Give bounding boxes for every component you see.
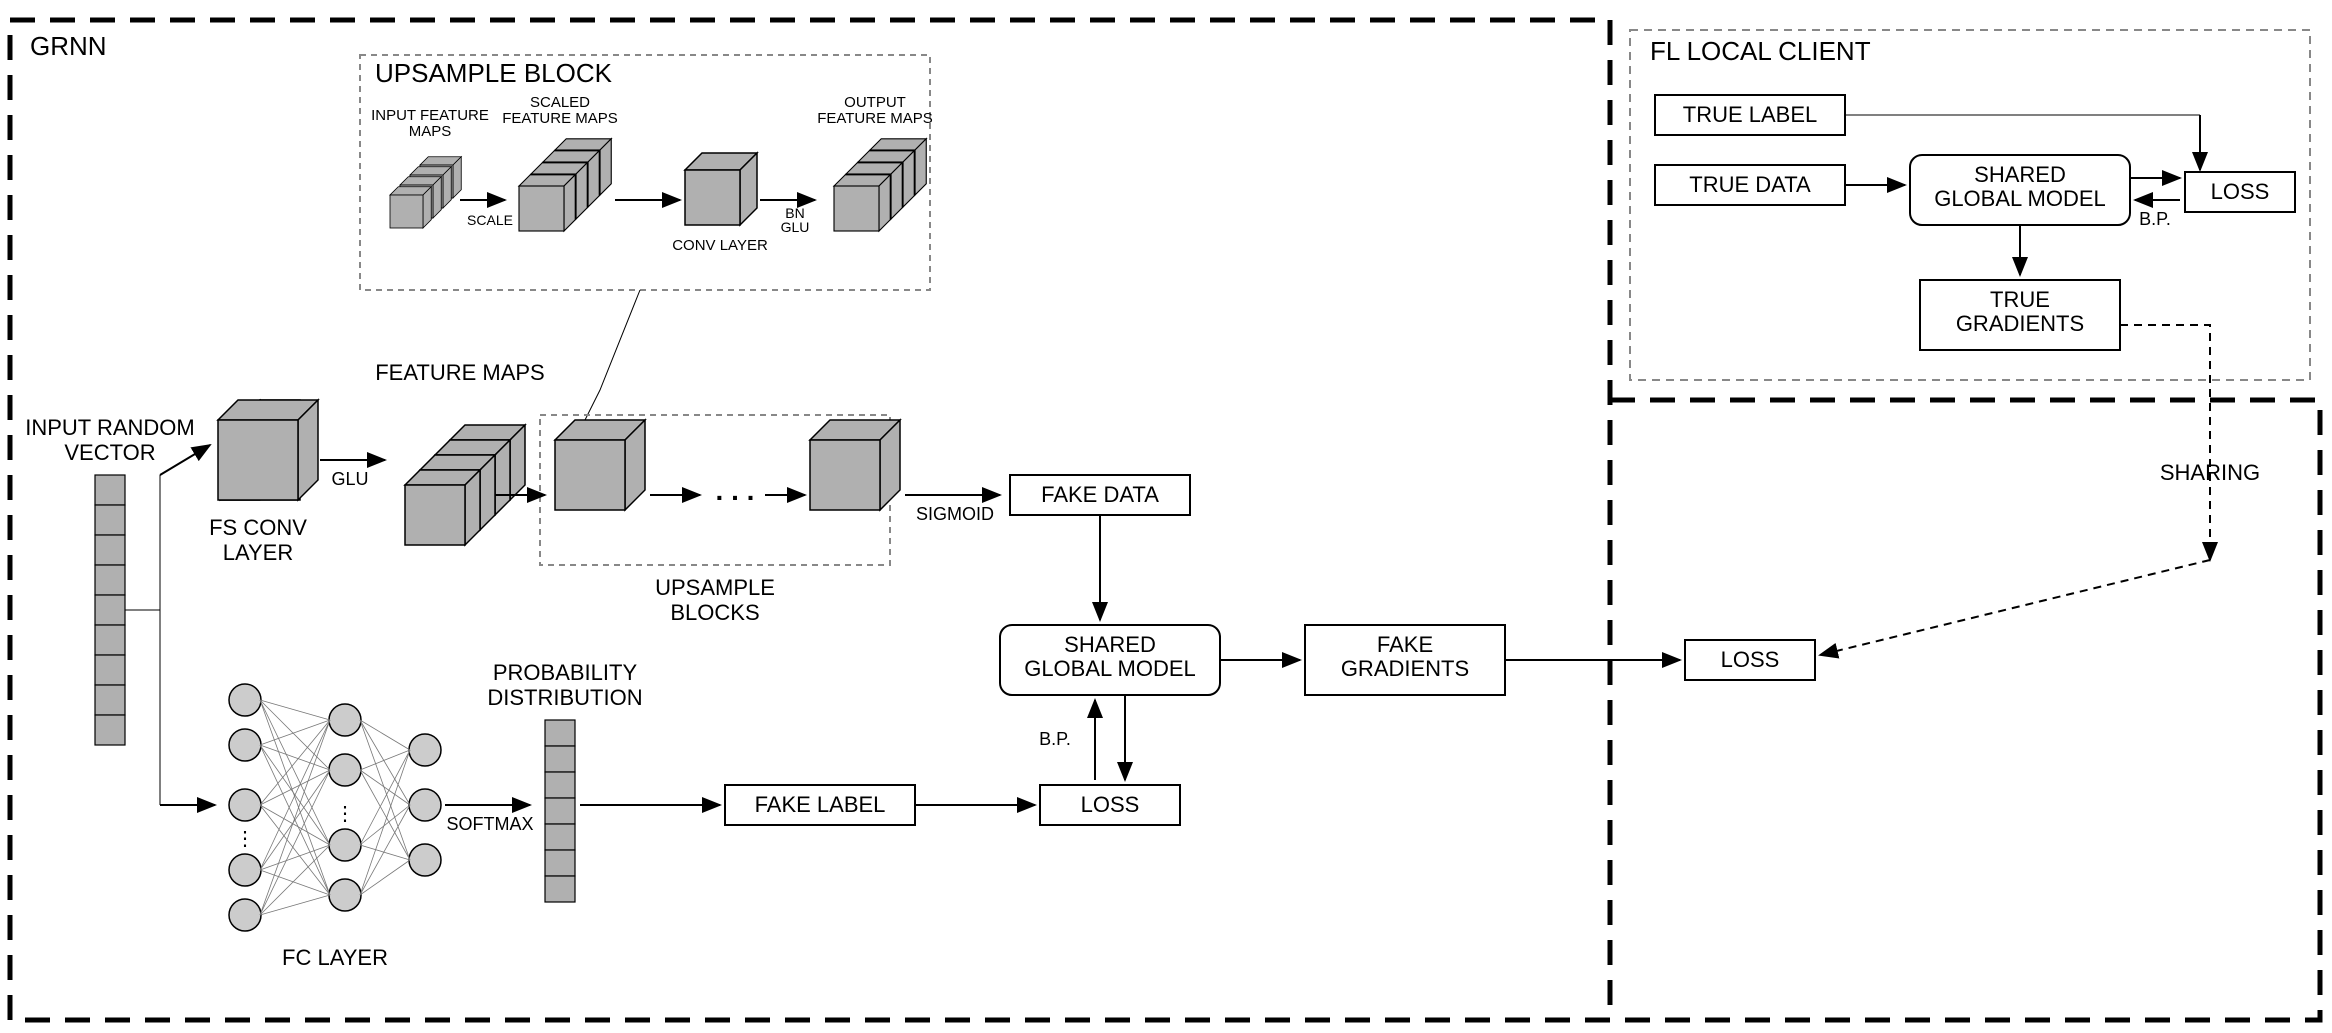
arrow-sharing-final bbox=[1820, 560, 2210, 655]
probdist-l1: PROBABILITY bbox=[493, 660, 638, 685]
ub-input-stack bbox=[390, 157, 461, 228]
fs-conv-label-1: FS CONV bbox=[209, 515, 307, 540]
true-gradients-l1: TRUE bbox=[1990, 287, 2050, 312]
outer-extension bbox=[1610, 400, 2320, 1020]
curly-connector bbox=[580, 290, 640, 430]
svg-text:⋮: ⋮ bbox=[235, 828, 255, 850]
ub-conv-label: CONV LAYER bbox=[672, 237, 768, 254]
sharing-label: SHARING bbox=[2160, 460, 2260, 485]
glu-label: GLU bbox=[331, 469, 368, 489]
upsample-blocks-l2: BLOCKS bbox=[670, 600, 759, 625]
bp-top-label: B.P. bbox=[2139, 209, 2171, 229]
fake-label-text: FAKE LABEL bbox=[755, 792, 886, 817]
loss-bottom-label: LOSS bbox=[1081, 792, 1140, 817]
ub-output-l1: OUTPUT bbox=[844, 94, 906, 111]
ub-scaled-stack bbox=[519, 139, 611, 231]
arrow-sharing bbox=[2120, 325, 2210, 560]
ub-conv-cube bbox=[685, 153, 757, 225]
fake-gradients-l2: GRADIENTS bbox=[1341, 656, 1469, 681]
shared-global-bottom-l2: GLOBAL MODEL bbox=[1024, 656, 1196, 681]
ub1 bbox=[555, 420, 645, 510]
ub-input-l1: INPUT FEATURE bbox=[371, 107, 489, 124]
grnn-title: GRNN bbox=[30, 31, 107, 61]
input-vector-label-2: VECTOR bbox=[64, 440, 155, 465]
shared-global-top-l1: SHARED bbox=[1974, 162, 2066, 187]
ub-scaled-l2: FEATURE MAPS bbox=[502, 110, 618, 127]
true-gradients-l2: GRADIENTS bbox=[1956, 311, 2084, 336]
softmax-label: SOFTMAX bbox=[446, 814, 533, 834]
upsample-block-title: UPSAMPLE BLOCK bbox=[375, 58, 613, 88]
feature-maps-stack bbox=[405, 425, 525, 545]
fc-layer: ⋮ ⋮ bbox=[229, 684, 441, 931]
probdist-l2: DISTRIBUTION bbox=[487, 685, 642, 710]
ub-output-l2: FEATURE MAPS bbox=[817, 110, 933, 127]
fc-layer-label: FC LAYER bbox=[282, 945, 388, 970]
ub-glu-label: GLU bbox=[781, 219, 810, 235]
svg-text:⋮: ⋮ bbox=[335, 803, 355, 825]
input-vector-stack bbox=[95, 475, 125, 745]
upsample-blocks-l1: UPSAMPLE bbox=[655, 575, 775, 600]
fs-conv-label-2: LAYER bbox=[223, 540, 294, 565]
ub-output-stack bbox=[834, 139, 926, 231]
shared-global-top-l2: GLOBAL MODEL bbox=[1934, 186, 2106, 211]
dots-label: . . . bbox=[716, 475, 755, 506]
ub2 bbox=[810, 420, 900, 510]
shared-global-bottom-l1: SHARED bbox=[1064, 632, 1156, 657]
fake-data-label: FAKE DATA bbox=[1041, 482, 1159, 507]
input-vector-label-1: INPUT RANDOM bbox=[25, 415, 195, 440]
loss-top-label: LOSS bbox=[2211, 179, 2270, 204]
ub-input-l2: MAPS bbox=[409, 123, 452, 140]
probdist-vector bbox=[545, 720, 575, 902]
ub-scale-label: SCALE bbox=[467, 212, 513, 228]
sigmoid-label: SIGMOID bbox=[916, 504, 994, 524]
fl-client-title: FL LOCAL CLIENT bbox=[1650, 36, 1871, 66]
ub-scaled-l1: SCALED bbox=[530, 94, 590, 111]
feature-maps-label: FEATURE MAPS bbox=[375, 360, 545, 385]
fs-conv-cube bbox=[218, 400, 318, 500]
true-data-text: TRUE DATA bbox=[1689, 172, 1811, 197]
true-label-text: TRUE LABEL bbox=[1683, 102, 1818, 127]
arrow-to-fsconv bbox=[160, 445, 210, 475]
bp-bottom-label: B.P. bbox=[1039, 729, 1071, 749]
fake-gradients-l1: FAKE bbox=[1377, 632, 1433, 657]
loss-right-label: LOSS bbox=[1721, 647, 1780, 672]
